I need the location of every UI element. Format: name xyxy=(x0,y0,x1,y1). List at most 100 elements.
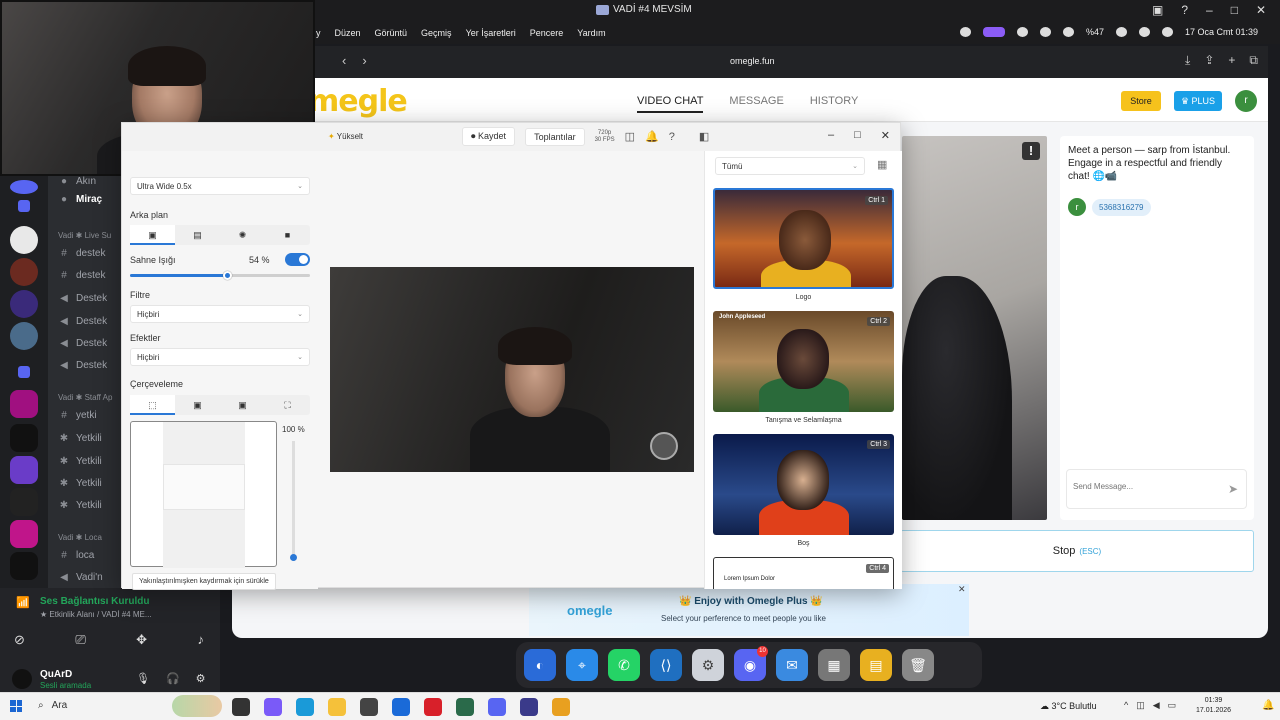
store-icon[interactable] xyxy=(360,698,378,716)
folder-icon[interactable] xyxy=(18,366,30,378)
framing-track-option[interactable]: ⛶ xyxy=(265,395,310,415)
text-channel[interactable]: # loca xyxy=(58,550,94,561)
weather-widget[interactable]: ☁ 3°C Bulutlu xyxy=(1040,701,1097,712)
system-settings-icon[interactable]: ⚙ xyxy=(692,649,724,681)
stage-light-slider[interactable] xyxy=(130,271,310,280)
report-icon[interactable]: ! xyxy=(1022,142,1040,160)
filter-select[interactable]: Hiçbiri ⌄ xyxy=(130,305,310,323)
menu-item[interactable]: Düzen xyxy=(335,28,361,38)
cloud-icon[interactable] xyxy=(1017,27,1028,37)
chrome-icon[interactable] xyxy=(552,698,570,716)
voice-channel[interactable]: ◀ Destek xyxy=(58,360,107,371)
activities-icon[interactable]: ✥ xyxy=(136,632,147,648)
server-icon[interactable] xyxy=(10,552,38,580)
discord-icon[interactable]: ◉ 10 xyxy=(734,646,768,681)
gear-icon[interactable]: ⚙ xyxy=(196,672,206,685)
close-icon[interactable]: ✕ xyxy=(958,584,966,595)
background-card[interactable]: Ctrl 1 xyxy=(713,188,894,289)
help-icon[interactable]: ? xyxy=(1181,3,1188,17)
folder-icon[interactable] xyxy=(18,200,30,212)
voice-status[interactable]: Ses Bağlantısı Kuruldu xyxy=(40,596,149,607)
address-bar[interactable]: omegle.fun xyxy=(730,56,775,66)
microphone-icon[interactable]: 🎙 xyxy=(136,672,150,685)
record-icon[interactable] xyxy=(960,27,971,37)
calculator-icon[interactable]: ▦ xyxy=(818,649,850,681)
zoom-slider[interactable] xyxy=(292,441,295,561)
mail-icon[interactable]: ✉ xyxy=(776,649,808,681)
server-icon[interactable] xyxy=(10,180,38,194)
trash-icon[interactable]: 🗑 xyxy=(902,649,934,681)
search-icon[interactable] xyxy=(1116,27,1128,37)
chevron-up-icon[interactable]: ^ xyxy=(1124,700,1128,711)
framing-center-option[interactable]: ▣ xyxy=(220,395,265,415)
stage-light-toggle[interactable] xyxy=(285,253,310,266)
bg-none-option[interactable]: ▣ xyxy=(130,225,175,245)
menu-item[interactable]: Yardım xyxy=(577,28,605,38)
bg-blur-option[interactable]: ▤ xyxy=(175,225,220,245)
zoom-viewport[interactable] xyxy=(163,464,245,510)
share-icon[interactable]: ⇪ xyxy=(1204,53,1214,68)
plus-button[interactable]: ♛ PLUS xyxy=(1174,91,1222,111)
safari-icon[interactable]: ⌖ xyxy=(566,649,598,681)
voice-user[interactable]: ● Akın xyxy=(58,176,96,187)
text-channel[interactable]: # destek xyxy=(58,248,105,259)
message-input[interactable] xyxy=(1073,482,1223,491)
voice-channel[interactable]: ✱ Yetkili xyxy=(58,500,102,511)
server-icon[interactable] xyxy=(10,258,38,286)
effects-select[interactable]: Hiçbiri ⌄ xyxy=(130,348,310,366)
menu-item[interactable]: Geçmiş xyxy=(421,28,452,38)
discord-icon[interactable] xyxy=(488,698,506,716)
minimize-button[interactable]: – xyxy=(828,129,834,142)
server-icon[interactable] xyxy=(10,456,38,484)
voice-channel[interactable]: ◀ Destek xyxy=(58,316,107,327)
channel-category[interactable]: Vadi ✱ Live Su xyxy=(58,231,111,240)
whatsapp-icon[interactable]: ✆ xyxy=(608,649,640,681)
headphones-icon[interactable]: 🎧 xyxy=(166,672,180,685)
background-card[interactable]: Ctrl 3 xyxy=(713,434,894,535)
user-name[interactable]: QuArD xyxy=(40,669,72,680)
server-icon[interactable] xyxy=(10,226,38,254)
layout-icon[interactable]: ◫ xyxy=(625,130,635,143)
background-filter-select[interactable]: Tümü ⌄ xyxy=(715,157,865,175)
vscode-icon[interactable]: ⟨⟩ xyxy=(650,649,682,681)
soundboard-icon[interactable]: ♪ xyxy=(197,632,204,648)
server-icon[interactable] xyxy=(10,390,38,418)
start-icon[interactable] xyxy=(10,700,22,712)
stop-button[interactable]: Stop (ESC) xyxy=(900,530,1254,572)
avatar[interactable]: r xyxy=(1235,90,1257,112)
sidebar-icon[interactable]: ◧ xyxy=(699,130,709,143)
outlook-icon[interactable] xyxy=(392,698,410,716)
menu-item[interactable]: Yer İşaretleri xyxy=(466,28,516,38)
menu-item[interactable]: Pencere xyxy=(530,28,564,38)
voice-channel[interactable]: ✱ Yetkili xyxy=(58,456,102,467)
voice-channel[interactable]: ◀ Destek xyxy=(58,293,107,304)
upgrade-button[interactable]: ✦ Yükselt xyxy=(328,132,363,141)
download-icon[interactable]: ⤓ xyxy=(1185,53,1190,68)
send-icon[interactable]: ➤ xyxy=(1228,482,1238,496)
server-icon[interactable] xyxy=(10,424,38,452)
siri-icon[interactable] xyxy=(1162,27,1174,37)
ad-banner[interactable]: omegle 👑 Enjoy with Omegle Plus 👑 Select… xyxy=(529,584,969,636)
screenshot-icon[interactable]: ▣ xyxy=(1152,3,1163,17)
notification-icon[interactable]: 🔔 xyxy=(1262,700,1274,711)
close-button[interactable]: ✕ xyxy=(1256,3,1266,17)
background-card[interactable]: John Appleseed Ctrl 2 xyxy=(713,311,894,412)
tabs-icon[interactable]: ⧉ xyxy=(1249,53,1258,68)
screen-share-icon[interactable]: ⎚ xyxy=(75,632,85,648)
moon-icon[interactable] xyxy=(1040,27,1051,37)
bell-icon[interactable]: 🔔 xyxy=(645,130,659,143)
channel-category[interactable]: Vadi ✱ Staff Ap xyxy=(58,393,112,402)
nav-video-chat[interactable]: VIDEO CHAT xyxy=(637,95,704,113)
bg-replace-option[interactable]: ■ xyxy=(265,225,310,245)
forward-icon[interactable]: › xyxy=(362,53,366,68)
text-channel[interactable]: # yetki xyxy=(58,410,96,421)
screen-share-icon[interactable] xyxy=(983,27,1005,37)
app-icon[interactable] xyxy=(456,698,474,716)
minimize-button[interactable]: – xyxy=(1206,3,1213,17)
help-icon[interactable]: ? xyxy=(669,131,675,143)
zoom-thumb[interactable] xyxy=(290,554,297,561)
menu-item[interactable]: Görüntü xyxy=(375,28,408,38)
meetings-button[interactable]: Toplantılar xyxy=(525,127,585,146)
volume-icon[interactable]: ◀ xyxy=(1153,700,1160,711)
zoom-preview[interactable] xyxy=(130,421,277,568)
